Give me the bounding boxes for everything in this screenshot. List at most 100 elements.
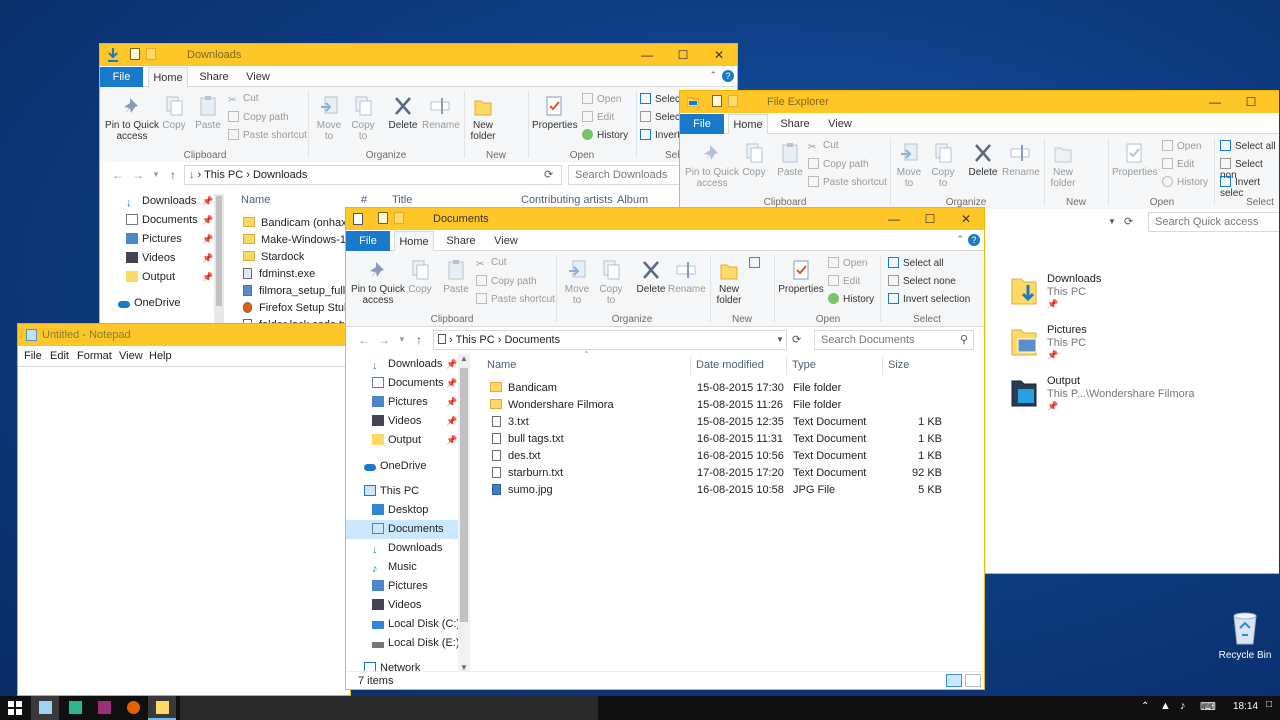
- minimize-button[interactable]: —: [629, 44, 665, 66]
- nav-scrollbar[interactable]: [214, 194, 224, 330]
- refresh-button[interactable]: ⟳: [792, 333, 801, 346]
- nav-item-onedrive[interactable]: OneDrive: [118, 294, 180, 313]
- properties-qat-icon[interactable]: [130, 48, 140, 60]
- help-icon[interactable]: ?: [722, 70, 734, 82]
- show-hidden-icons[interactable]: ⌃: [1141, 701, 1149, 712]
- large-icons-view-icon[interactable]: [965, 674, 981, 687]
- delete-button[interactable]: Delete: [386, 95, 420, 131]
- copy-button[interactable]: Copy: [740, 142, 768, 178]
- action-center-icon[interactable]: □: [1266, 699, 1272, 710]
- nav-item-local-disk-e[interactable]: Local Disk (E:): [372, 634, 460, 653]
- invert-selection-button[interactable]: Invert: [640, 129, 680, 141]
- new-item-button[interactable]: [748, 257, 764, 269]
- new-folder-qat-icon[interactable]: [394, 212, 404, 224]
- breadcrumb-this-pc[interactable]: This PC: [456, 334, 495, 346]
- nav-item-documents[interactable]: Documents: [372, 374, 444, 393]
- menu-format[interactable]: Format: [77, 350, 112, 362]
- nav-item-documents-selected[interactable]: Documents: [372, 520, 444, 539]
- rename-button[interactable]: Rename: [668, 259, 706, 295]
- search-input[interactable]: Search Documents ⚲: [814, 330, 974, 350]
- select-all-button[interactable]: Select all: [1220, 140, 1276, 152]
- tab-share[interactable]: Share: [194, 67, 234, 87]
- nav-item-output[interactable]: Output: [372, 431, 421, 450]
- copy-path-button[interactable]: Copy path: [808, 158, 869, 170]
- breadcrumb-documents[interactable]: Documents: [504, 334, 560, 346]
- column-type[interactable]: Type: [792, 355, 816, 375]
- file-row[interactable]: bull tags.txt 16-08-2015 11:31 Text Docume…: [490, 431, 970, 448]
- address-bar[interactable]: ↓ › This PC › Downloads: [184, 165, 562, 185]
- scroll-up-icon[interactable]: ▲: [460, 354, 468, 363]
- cut-button[interactable]: ✂ Cut: [476, 257, 507, 270]
- file-row[interactable]: Bandicam (onhax): [243, 215, 350, 232]
- properties-qat-icon[interactable]: [378, 212, 388, 224]
- nav-item-pictures-pc[interactable]: Pictures: [372, 577, 428, 596]
- back-button[interactable]: ←: [358, 333, 370, 347]
- up-button[interactable]: ↑: [416, 333, 422, 347]
- address-dropdown[interactable]: ▼: [1108, 217, 1116, 226]
- paste-shortcut-button[interactable]: Paste shortcut: [808, 176, 887, 188]
- move-to-button[interactable]: Move to: [562, 259, 592, 306]
- cut-button[interactable]: ✂ Cut: [808, 140, 839, 153]
- minimize-button[interactable]: —: [1197, 91, 1233, 113]
- refresh-button[interactable]: ⟳: [1124, 215, 1133, 228]
- history-button[interactable]: History: [1162, 176, 1208, 188]
- copy-button[interactable]: Copy: [406, 259, 434, 295]
- copy-to-button[interactable]: Copy to: [928, 142, 958, 189]
- forward-button[interactable]: →: [378, 333, 390, 347]
- copy-to-button[interactable]: Copy to: [596, 259, 626, 306]
- file-row[interactable]: des.txt 16-08-2015 10:56 Text Document 1 KB: [490, 448, 970, 465]
- keyboard-icon[interactable]: ⌨: [1200, 700, 1216, 713]
- scroll-thumb[interactable]: [460, 368, 468, 622]
- paste-button[interactable]: Paste: [192, 95, 224, 131]
- pin-button[interactable]: Pin to Quick access: [104, 95, 160, 142]
- taskbar-firefox[interactable]: [119, 696, 147, 720]
- breadcrumb-this-pc[interactable]: This PC: [204, 169, 243, 181]
- file-row[interactable]: starburn.txt 17-08-2015 17:20 Text Documen…: [490, 465, 970, 482]
- nav-item-onedrive[interactable]: OneDrive: [364, 457, 426, 476]
- menu-help[interactable]: Help: [149, 350, 172, 362]
- collapse-ribbon-icon[interactable]: ⌃: [709, 70, 717, 81]
- file-row[interactable]: 3.txt 15-08-2015 12:35 Text Document 1 KB: [490, 414, 970, 431]
- back-button[interactable]: ←: [112, 168, 124, 182]
- rename-button[interactable]: Rename: [1002, 142, 1040, 178]
- tab-share[interactable]: Share: [441, 231, 481, 251]
- tab-view[interactable]: View: [486, 231, 526, 251]
- tab-view[interactable]: View: [238, 67, 278, 87]
- column-size[interactable]: Size: [888, 355, 909, 375]
- nav-item-downloads-pc[interactable]: ↓ Downloads: [372, 539, 442, 558]
- nav-item-downloads[interactable]: ↓ Downloads: [372, 355, 442, 374]
- open-button[interactable]: Open: [582, 93, 621, 105]
- tab-home[interactable]: Home: [728, 114, 768, 134]
- properties-button[interactable]: Properties: [532, 95, 578, 131]
- file-row[interactable]: sumo.jpg 16-08-2015 10:58 JPG File 5 KB: [490, 482, 970, 499]
- recent-dropdown[interactable]: ▼: [398, 335, 406, 344]
- column-date-modified[interactable]: Date modified: [696, 355, 764, 375]
- taskbar-notepad[interactable]: [31, 696, 59, 720]
- select-none-button[interactable]: Select none: [888, 275, 956, 287]
- tab-view[interactable]: View: [820, 114, 860, 134]
- maximize-button[interactable]: ☐: [912, 208, 948, 230]
- new-folder-button[interactable]: New folder: [468, 95, 498, 142]
- details-view-icon[interactable]: [946, 674, 962, 687]
- file-row[interactable]: Stardock: [243, 249, 304, 266]
- collapse-ribbon-icon[interactable]: ⌃: [956, 234, 964, 245]
- copy-button[interactable]: Copy: [160, 95, 188, 131]
- nav-item-videos[interactable]: Videos: [372, 412, 421, 431]
- paste-button[interactable]: Paste: [774, 142, 806, 178]
- edit-button[interactable]: Edit: [1162, 158, 1194, 170]
- breadcrumb-downloads[interactable]: Downloads: [253, 169, 307, 181]
- edit-button[interactable]: Edit: [828, 275, 860, 287]
- recycle-bin[interactable]: Recycle Bin: [1214, 610, 1276, 666]
- search-input[interactable]: Search Quick access: [1148, 212, 1279, 232]
- refresh-button[interactable]: ⟳: [544, 168, 553, 181]
- tab-file[interactable]: File: [680, 114, 724, 134]
- nav-item-desktop[interactable]: Desktop: [372, 501, 428, 520]
- paste-shortcut-button[interactable]: Paste shortcut: [476, 293, 555, 305]
- tab-home[interactable]: Home: [148, 67, 188, 87]
- maximize-button[interactable]: ☐: [1233, 91, 1269, 113]
- taskbar-file-explorer[interactable]: [148, 696, 176, 720]
- nav-item-videos-pc[interactable]: Videos: [372, 596, 421, 615]
- open-button[interactable]: Open: [1162, 140, 1201, 152]
- tab-home[interactable]: Home: [394, 231, 434, 251]
- new-folder-qat-icon[interactable]: [146, 48, 156, 60]
